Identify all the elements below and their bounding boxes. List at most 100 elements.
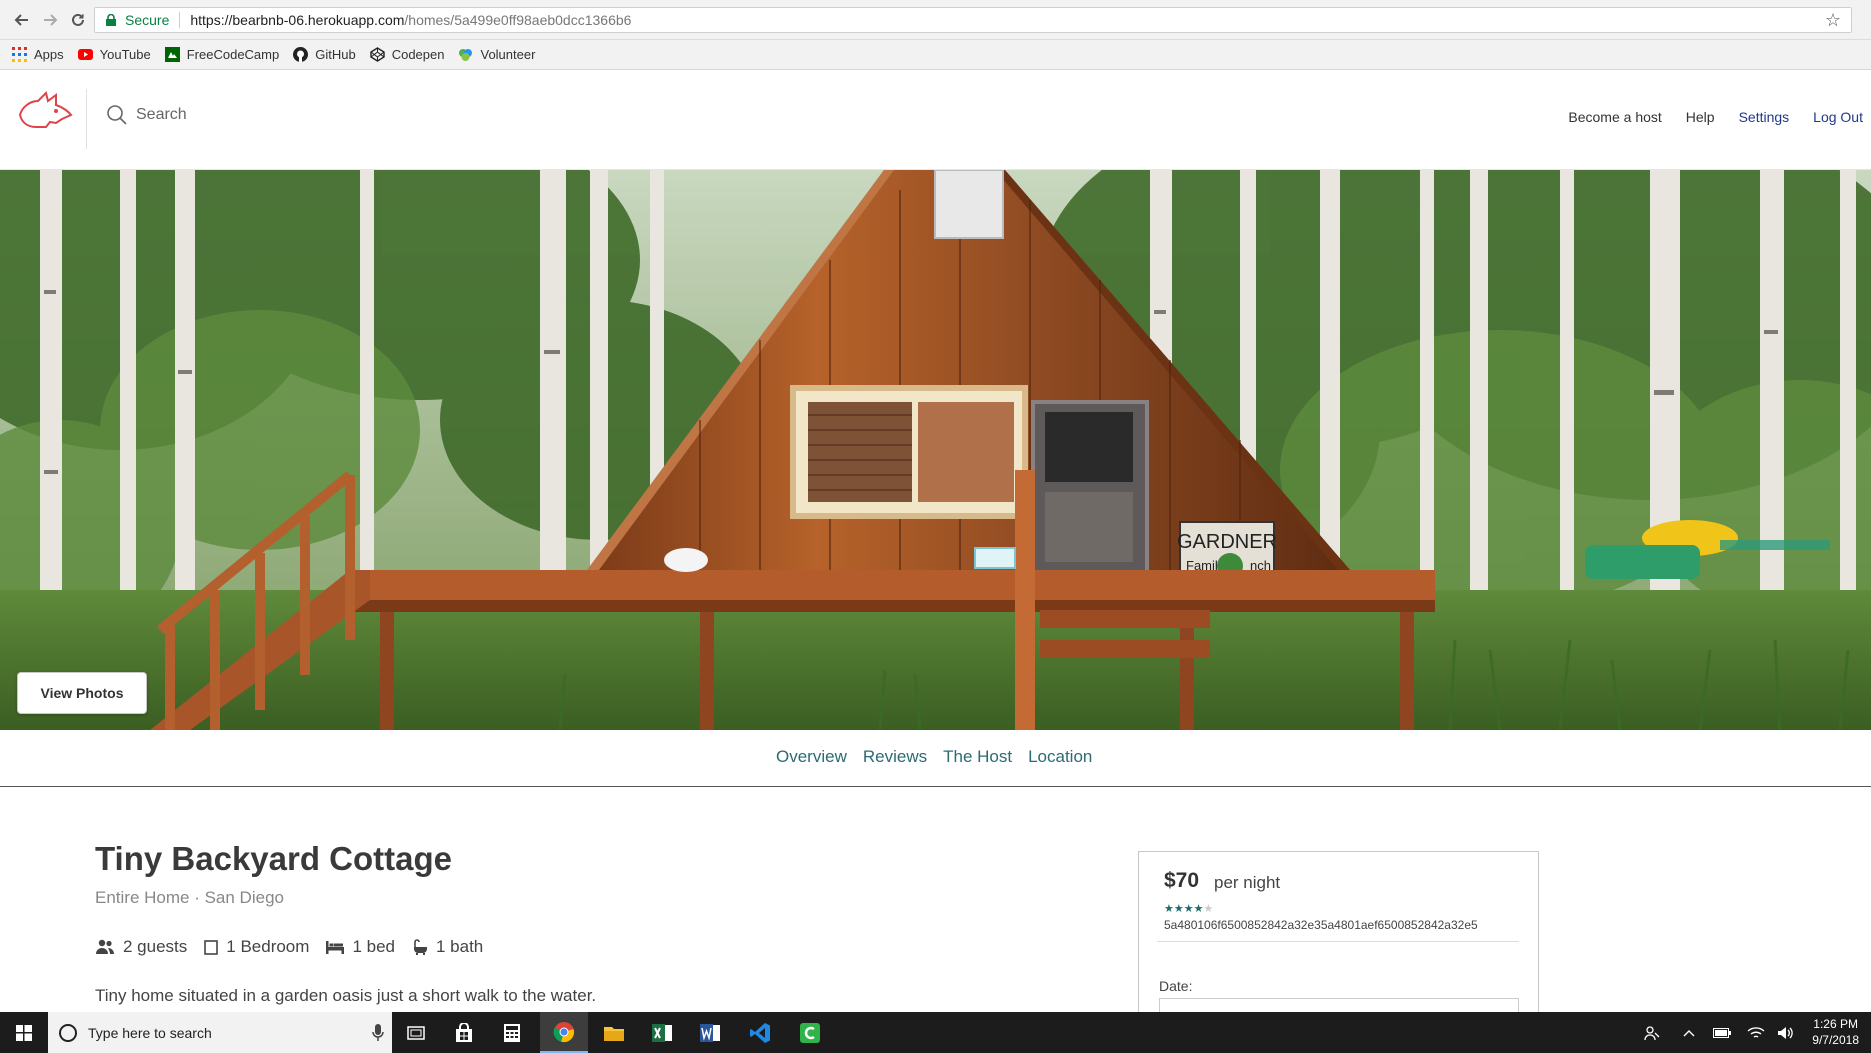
top-nav: Become a host Help Settings Log Out: [1544, 109, 1863, 125]
bed-icon: [326, 941, 345, 954]
bookmark-github[interactable]: GitHub: [293, 47, 356, 62]
baths-label: 1 bath: [435, 937, 484, 956]
bookmark-label: Codepen: [391, 47, 445, 62]
word-app[interactable]: [686, 1012, 734, 1053]
bath-icon: [413, 939, 427, 955]
amenity-bedrooms: 1 Bedroom: [204, 937, 309, 957]
vscode-app[interactable]: [736, 1012, 784, 1053]
taskbar-clock[interactable]: 1:26 PM 9/7/2018: [1812, 1016, 1859, 1048]
guests-icon: [96, 939, 114, 954]
search-icon: [107, 105, 127, 125]
settings-link[interactable]: Settings: [1739, 109, 1790, 125]
clock-date: 9/7/2018: [1812, 1033, 1859, 1047]
github-icon: [293, 47, 309, 62]
forward-arrow-icon: [44, 14, 58, 26]
wifi-icon: [1747, 1026, 1765, 1038]
bedroom-icon: [204, 940, 219, 955]
task-view-button[interactable]: [392, 1012, 440, 1053]
amenities-row: 2 guests 1 Bedroom 1 bed 1 bath: [95, 937, 500, 957]
price: $70: [1164, 869, 1200, 892]
reload-button[interactable]: [66, 8, 90, 32]
word-icon: [700, 1023, 720, 1042]
bookmark-freecodecamp[interactable]: FreeCodeCamp: [164, 47, 280, 62]
bookmark-codepen[interactable]: Codepen: [370, 47, 445, 62]
apps-grid-icon: [12, 47, 27, 62]
back-button[interactable]: [10, 8, 34, 32]
address-bar[interactable]: Secure https://bearbnb-06.herokuapp.com /…: [94, 7, 1852, 33]
site-header: Become a host Help Settings Log Out: [0, 71, 1871, 170]
star-filled-icon: ★★★★: [1164, 903, 1204, 915]
amenity-guests: 2 guests: [95, 937, 187, 957]
store-bag-icon: [456, 1022, 472, 1042]
url-host: https://bearbnb-06.herokuapp.com: [190, 12, 405, 28]
windows-logo-icon: [16, 1024, 32, 1041]
star-empty-icon: ★: [1203, 903, 1214, 915]
cortana-circle-icon: [59, 1023, 77, 1042]
calculator-app[interactable]: [488, 1012, 536, 1053]
bookmark-label: Volunteer: [480, 47, 536, 62]
omnibox-divider: [179, 12, 181, 28]
become-host-link[interactable]: Become a host: [1568, 109, 1661, 125]
clock-time: 1:26 PM: [1813, 1017, 1858, 1031]
view-photos-button[interactable]: View Photos: [17, 672, 147, 714]
people-icon: [1644, 1025, 1660, 1040]
show-hidden-icons-button[interactable]: [1678, 1012, 1700, 1053]
tab-location[interactable]: Location: [1028, 747, 1092, 767]
forward-button[interactable]: [38, 8, 62, 32]
browser-toolbar: Secure https://bearbnb-06.herokuapp.com /…: [0, 0, 1871, 40]
bookmark-volunteer[interactable]: Volunteer: [458, 47, 535, 62]
battery-icon: [1713, 1027, 1731, 1038]
bookmark-apps[interactable]: Apps: [12, 47, 64, 62]
chrome-icon: [553, 1021, 574, 1042]
file-explorer-app[interactable]: [590, 1012, 638, 1053]
excel-icon: [652, 1023, 672, 1042]
sign-text-1: GARDNER: [1177, 531, 1277, 553]
freecodecamp-icon: [164, 47, 180, 62]
logout-link[interactable]: Log Out: [1813, 109, 1863, 125]
bookmark-youtube[interactable]: YouTube: [77, 47, 151, 62]
tab-reviews[interactable]: Reviews: [863, 747, 927, 767]
volume-button[interactable]: [1774, 1012, 1798, 1053]
listing-subtitle: Entire Home · San Diego: [95, 888, 284, 907]
taskbar: 1:26 PM 9/7/2018: [0, 1012, 1871, 1053]
bookmark-star-icon[interactable]: ☆: [1825, 10, 1841, 31]
folder-icon: [604, 1026, 624, 1041]
youtube-icon: [77, 49, 93, 60]
battery-button[interactable]: [1710, 1012, 1734, 1053]
rating-stars: ★★★★★: [1164, 902, 1213, 915]
search-input[interactable]: [136, 99, 536, 131]
listing-description: Tiny home situated in a garden oasis jus…: [95, 986, 597, 1005]
camtasia-icon: [800, 1022, 820, 1043]
taskbar-search-input[interactable]: [88, 1024, 348, 1041]
speaker-icon: [1778, 1026, 1793, 1039]
amenity-baths: 1 bath: [412, 937, 483, 957]
bookmark-label: FreeCodeCamp: [186, 47, 280, 62]
people-button[interactable]: [1638, 1012, 1666, 1053]
microphone-icon[interactable]: [372, 1023, 384, 1042]
section-tabs: Overview Reviews The Host Location: [0, 730, 1871, 787]
bear-logo-icon[interactable]: [16, 89, 74, 135]
per-night-label: per night: [1214, 873, 1281, 892]
camtasia-app[interactable]: [786, 1012, 834, 1053]
guests-label: 2 guests: [123, 937, 188, 956]
task-view-icon: [407, 1025, 425, 1040]
card-divider: [1157, 941, 1519, 942]
start-button[interactable]: [0, 1012, 48, 1053]
network-button[interactable]: [1744, 1012, 1768, 1053]
store-app[interactable]: [440, 1012, 488, 1053]
bookmark-label: Apps: [34, 47, 64, 62]
tab-overview[interactable]: Overview: [776, 747, 847, 767]
logo-divider: [86, 89, 87, 149]
cabin-photo: GARDNER Famil nch: [0, 170, 1871, 730]
back-arrow-icon: [14, 14, 28, 26]
hero-photo[interactable]: GARDNER Famil nch View Photos: [0, 170, 1871, 730]
chrome-app[interactable]: [540, 1012, 588, 1053]
bookmark-label: YouTube: [99, 47, 151, 62]
help-link[interactable]: Help: [1686, 109, 1715, 125]
taskbar-search-box[interactable]: [48, 1012, 392, 1053]
secure-label: Secure: [125, 12, 170, 28]
tab-the-host[interactable]: The Host: [943, 747, 1012, 767]
excel-app[interactable]: [638, 1012, 686, 1053]
bookmark-label: GitHub: [315, 47, 356, 62]
url-path: /homes/5a499e0ff98aeb0dcc1366b6: [404, 12, 632, 28]
